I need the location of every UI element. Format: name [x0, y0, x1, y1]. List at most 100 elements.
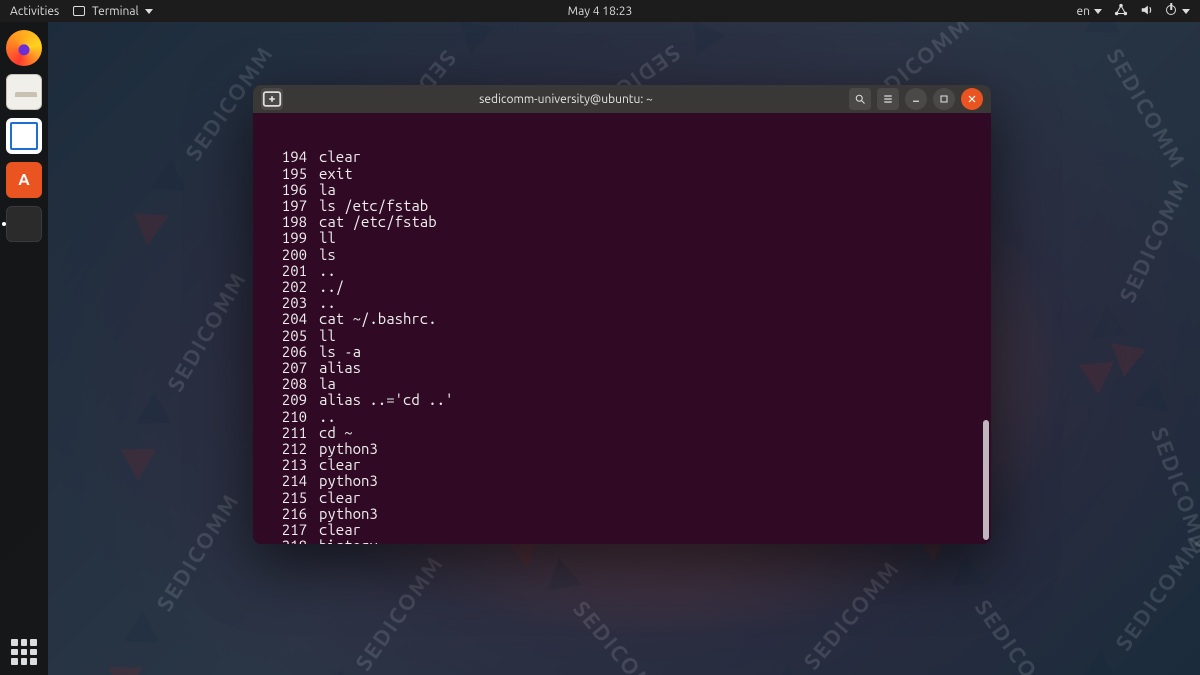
terminal-icon	[73, 6, 85, 16]
window-titlebar[interactable]: sedicomm-university@ubuntu: ~	[253, 85, 991, 113]
history-command: alias ..='cd ..'	[307, 392, 453, 408]
history-line: 216python3	[261, 506, 983, 522]
history-command: la	[307, 376, 336, 392]
history-line: 202../	[261, 279, 983, 295]
network-icon[interactable]	[1114, 3, 1128, 20]
history-line: 194clear	[261, 149, 983, 165]
history-line: 212python3	[261, 441, 983, 457]
history-command: ..	[307, 295, 336, 311]
power-icon	[1166, 5, 1176, 15]
history-command: cd ~	[307, 425, 353, 441]
history-command: cat ~/.bashrc.	[307, 311, 437, 327]
history-line: 213clear	[261, 457, 983, 473]
history-number: 217	[261, 522, 307, 538]
history-command: la	[307, 182, 336, 198]
history-line: 203..	[261, 295, 983, 311]
history-line: 197ls /etc/fstab	[261, 198, 983, 214]
history-line: 205ll	[261, 328, 983, 344]
history-command: clear	[307, 457, 361, 473]
power-menu[interactable]	[1166, 5, 1190, 18]
history-line: 218history	[261, 538, 983, 544]
dock-app-libreoffice-writer[interactable]	[6, 118, 42, 154]
gnome-top-bar: Activities Terminal May 4 18:23 en	[0, 0, 1200, 22]
history-line: 198cat /etc/fstab	[261, 214, 983, 230]
history-line: 195exit	[261, 166, 983, 182]
history-line: 207alias	[261, 360, 983, 376]
history-number: 210	[261, 409, 307, 425]
history-line: 206ls -a	[261, 344, 983, 360]
history-line: 201..	[261, 263, 983, 279]
new-tab-button[interactable]	[261, 88, 283, 110]
history-number: 215	[261, 490, 307, 506]
history-command: ls	[307, 247, 336, 263]
history-number: 194	[261, 149, 307, 165]
history-command: ls -a	[307, 344, 361, 360]
history-command: python3	[307, 506, 378, 522]
close-button[interactable]	[961, 88, 983, 110]
terminal-window: sedicomm-university@ubuntu: ~ 194clear19…	[253, 85, 991, 544]
history-number: 205	[261, 328, 307, 344]
history-command: python3	[307, 441, 378, 457]
history-line: 211cd ~	[261, 425, 983, 441]
history-command: ../	[307, 279, 344, 295]
history-number: 199	[261, 230, 307, 246]
activities-button[interactable]: Activities	[10, 5, 59, 18]
history-number: 200	[261, 247, 307, 263]
history-number: 204	[261, 311, 307, 327]
app-menu[interactable]: Terminal	[73, 5, 153, 18]
hamburger-menu-button[interactable]	[877, 88, 899, 110]
history-command: clear	[307, 522, 361, 538]
dock-app-terminal[interactable]	[6, 206, 42, 242]
chevron-down-icon	[145, 9, 153, 14]
dock-app-files[interactable]	[6, 74, 42, 110]
history-number: 197	[261, 198, 307, 214]
history-command: history	[307, 538, 378, 544]
history-number: 214	[261, 473, 307, 489]
history-line: 208la	[261, 376, 983, 392]
history-line: 199ll	[261, 230, 983, 246]
scrollbar[interactable]	[983, 115, 989, 540]
history-number: 206	[261, 344, 307, 360]
history-command: clear	[307, 490, 361, 506]
volume-icon[interactable]	[1140, 3, 1154, 20]
history-number: 211	[261, 425, 307, 441]
chevron-down-icon	[1182, 9, 1190, 14]
history-command: clear	[307, 149, 361, 165]
search-button[interactable]	[849, 88, 871, 110]
dock-app-firefox[interactable]	[6, 30, 42, 66]
history-number: 218	[261, 538, 307, 544]
history-number: 202	[261, 279, 307, 295]
history-number: 213	[261, 457, 307, 473]
history-command: alias	[307, 360, 361, 376]
history-command: exit	[307, 166, 353, 182]
history-command: ..	[307, 263, 336, 279]
history-line: 196la	[261, 182, 983, 198]
input-source-indicator[interactable]: en	[1077, 5, 1102, 18]
maximize-button[interactable]	[933, 88, 955, 110]
history-command: ls /etc/fstab	[307, 198, 428, 214]
history-number: 195	[261, 166, 307, 182]
terminal-viewport[interactable]: 194clear195exit196la197ls /etc/fstab198c…	[253, 113, 991, 544]
history-number: 203	[261, 295, 307, 311]
history-line: 214python3	[261, 473, 983, 489]
history-command: ..	[307, 409, 336, 425]
history-line: 217clear	[261, 522, 983, 538]
history-number: 201	[261, 263, 307, 279]
history-number: 209	[261, 392, 307, 408]
window-title: sedicomm-university@ubuntu: ~	[289, 93, 843, 106]
show-applications-button[interactable]	[11, 639, 37, 665]
dock-app-ubuntu-software[interactable]	[6, 162, 42, 198]
history-line: 200ls	[261, 247, 983, 263]
scrollbar-thumb[interactable]	[983, 420, 989, 540]
chevron-down-icon	[1094, 9, 1102, 14]
minimize-button[interactable]	[905, 88, 927, 110]
history-number: 207	[261, 360, 307, 376]
clock[interactable]: May 4 18:23	[568, 5, 633, 18]
history-number: 216	[261, 506, 307, 522]
dock	[0, 22, 48, 675]
history-number: 198	[261, 214, 307, 230]
history-number: 212	[261, 441, 307, 457]
history-command: python3	[307, 473, 378, 489]
history-line: 215clear	[261, 490, 983, 506]
history-command: cat /etc/fstab	[307, 214, 437, 230]
